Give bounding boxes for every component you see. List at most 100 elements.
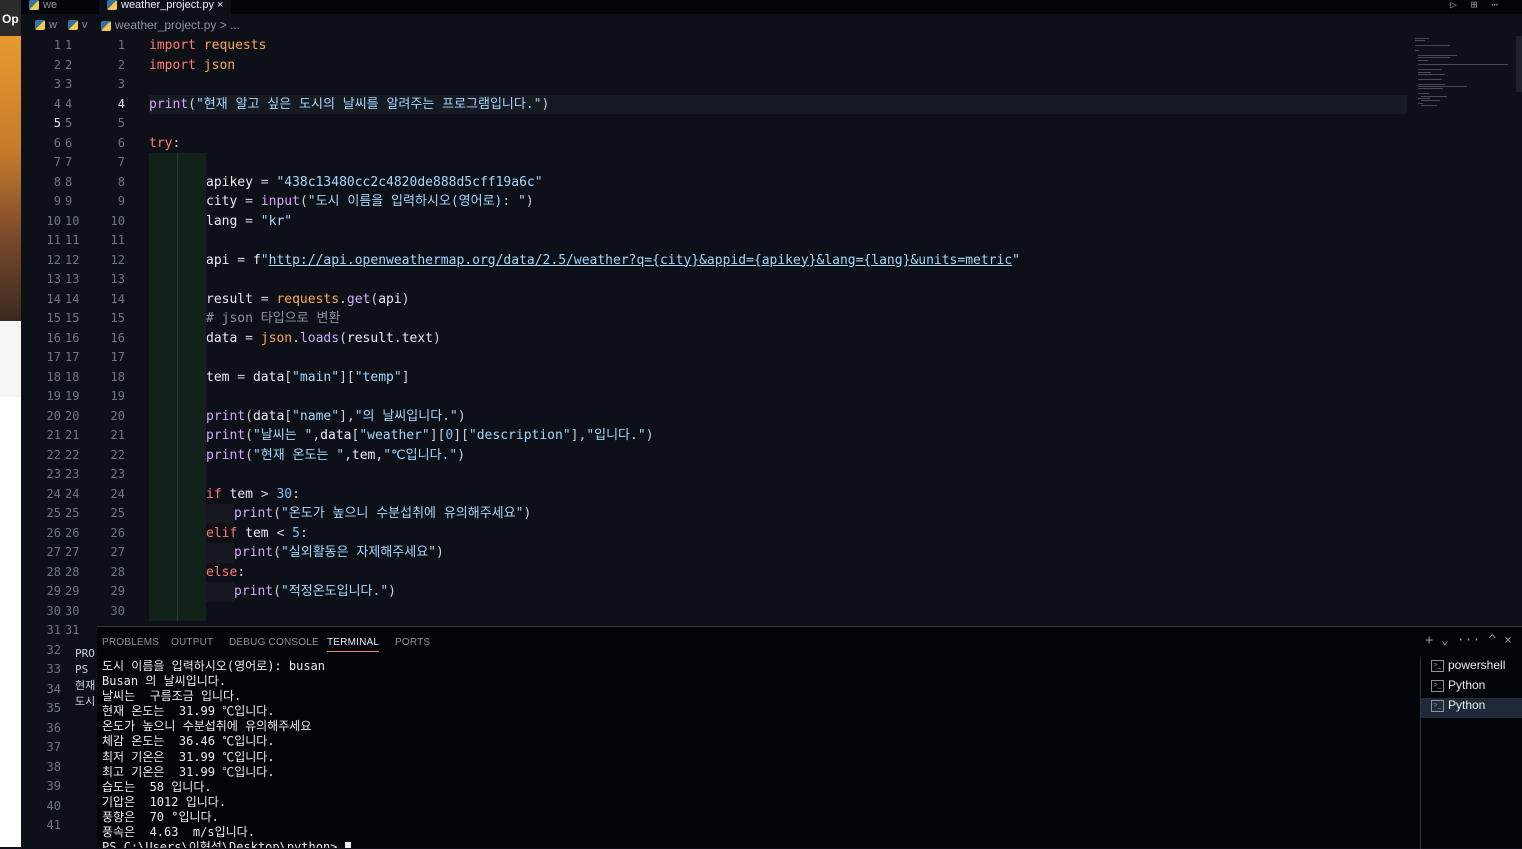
terminal-instance-python[interactable]: >_ Python [1421,698,1522,718]
line-number: 25 [110,506,125,520]
breadcrumb: weather_project.py > ... [97,14,1522,36]
background-line-number: 1 [65,38,73,52]
background-line-number: 12 [46,252,61,267]
code-line[interactable]: print("현재 온도는 ",tem,"℃입니다.") [206,446,465,466]
terminal-line: 날씨는 구름조금 입니다. [102,689,242,704]
terminal-icon: >_ [1431,659,1444,672]
code-line[interactable]: apikey = "438c13480cc2c4820de888d5cff19a… [206,173,543,193]
background-line-number: 36 [46,720,61,735]
background-line-number: 23 [65,467,80,481]
line-number: 4 [117,96,125,111]
background-line-number: 4 [53,96,61,111]
line-number: 18 [110,369,125,384]
code-line[interactable]: api = f"http://api.openweathermap.org/da… [206,251,1020,271]
terminal-instance-label: powershell [1448,658,1506,672]
terminal-instance-python[interactable]: >_ Python [1421,678,1522,698]
terminal-line: 현재 온도는 31.99 ℃입니다. [102,704,275,719]
line-number: 2 [117,57,125,72]
line-number: 28 [110,564,125,579]
line-number: 7 [117,155,125,169]
line-number: 9 [117,194,125,208]
code-line[interactable]: print("날씨는 ",data["weather"][0]["descrip… [206,426,654,446]
background-panel [0,321,21,397]
background-line-number: 41 [46,818,61,832]
tab-terminal[interactable]: TERMINAL [327,637,380,652]
code-line[interactable]: print("현재 알고 싶은 도시의 날씨를 알려주는 프로그램입니다.") [149,95,549,115]
code-line[interactable]: print("온도가 높으니 수분섭취에 유의해주세요") [234,504,531,524]
background-window-label: Op [2,12,19,26]
line-number: 8 [117,174,125,189]
background-panel-lower [0,397,21,847]
editor-actions[interactable]: ▷⊞⋯ [1450,0,1512,11]
code-line[interactable]: tem = data["main"]["temp"] [206,368,410,388]
code-editor[interactable]: 1 2 3 4 5 6 7 8 9 10 11 12 13 14 15 16 17 18 19 20 21 22 23 24 2… [97,36,1522,626]
maximize-panel-icon[interactable]: ^ [1488,633,1496,648]
terminal-output[interactable]: 도시 이름을 입력하시오(영어로): busan Busan 의 날씨입니다. 날씨… [102,659,1412,848]
line-number: 24 [110,486,125,501]
code-line[interactable]: try: [149,134,180,154]
close-tab-icon[interactable]: × [217,0,223,11]
terminal-line: 최고 기온은 31.99 ℃입니다. [102,764,275,779]
minimap-line [1421,105,1437,107]
line-number: 27 [110,545,125,559]
tab-output[interactable]: OUTPUT [171,637,213,648]
code-line[interactable]: import requests [149,36,266,56]
terminal-instance-powershell[interactable]: >_ powershell [1421,658,1522,678]
terminal-instance-label: Python [1448,698,1486,712]
code-line[interactable]: data = json.loads(result.text) [206,329,441,349]
code-line[interactable]: print("적정온도입니다.") [234,582,396,602]
line-number: 19 [110,389,125,403]
line-number: 30 [110,603,125,618]
tab-ports[interactable]: PORTS [395,637,430,648]
code-line[interactable]: result = requests.get(api) [206,290,410,310]
code-line[interactable]: else: [206,563,245,583]
terminal-line: 도시 이름을 입력하시오(영어로): busan [102,659,325,673]
background-line-number: 13 [46,272,61,286]
terminal-line: 풍향은 70 °입니다. [102,809,219,824]
minimap-line [1418,83,1446,85]
code-line[interactable]: print(data["name"],"의 날씨입니다.") [206,407,466,427]
minimap-line [1418,78,1442,80]
code-line[interactable]: import json [149,56,235,76]
minimap[interactable] [1409,36,1522,626]
background-line-number: 18 [65,369,80,384]
background-line-number: 27 [46,545,61,559]
code-line[interactable]: print("실외활동은 자제해주세요") [234,543,444,563]
new-terminal-icon[interactable]: + [1425,633,1433,648]
code-area[interactable]: import requests import json print("현재 알고 싶… [149,36,1409,626]
more-actions-icon[interactable]: ··· [1457,633,1480,648]
terminal-dropdown-icon[interactable]: ⌄ [1441,633,1449,648]
editor-tab-bar: we weather_project.py × ▷⊞⋯ [21,0,1522,14]
background-line-number: 38 [46,759,61,774]
code-line[interactable]: if tem > 30: [206,485,300,505]
line-number: 1 [117,38,125,52]
minimap-line [1418,98,1430,99]
background-line-number: 26 [46,525,61,540]
tab-debug-console[interactable]: DEBUG CONSOLE [229,637,319,648]
background-line-number: 26 [65,525,80,540]
close-panel-icon[interactable]: × [1504,633,1512,648]
scrollbar-thumb[interactable] [1516,36,1522,92]
line-number: 10 [110,213,125,228]
background-line-number: 34 [46,681,61,696]
background-line-number: 31 [46,623,61,637]
code-line[interactable]: elif tem < 5: [206,524,308,544]
background-line-number: 21 [46,428,61,442]
tab-back-file[interactable]: we [29,0,57,14]
minimap-line [1418,74,1446,75]
background-window-strip: Op [0,0,21,847]
background-breadcrumb: w v [21,14,97,36]
background-line-number: 20 [46,408,61,423]
background-line-number: 4 [65,96,73,111]
line-number: 17 [110,350,125,364]
code-line[interactable]: # json 타입으로 변환 [206,309,340,329]
breadcrumb-file[interactable]: weather_project.py > ... [101,14,240,36]
background-line-number: 12 [65,252,80,267]
code-line[interactable]: lang = "kr" [206,212,292,232]
background-line-number: 25 [46,506,61,520]
terminal-line: 최저 기온은 31.99 ℃입니다. [102,749,275,764]
tab-weather-project[interactable]: weather_project.py × [99,0,232,14]
code-line[interactable]: city = input("도시 이름을 입력하시오(영어로): ") [206,192,534,212]
background-line-number: 15 [46,311,61,325]
tab-problems[interactable]: PROBLEMS [102,637,159,648]
